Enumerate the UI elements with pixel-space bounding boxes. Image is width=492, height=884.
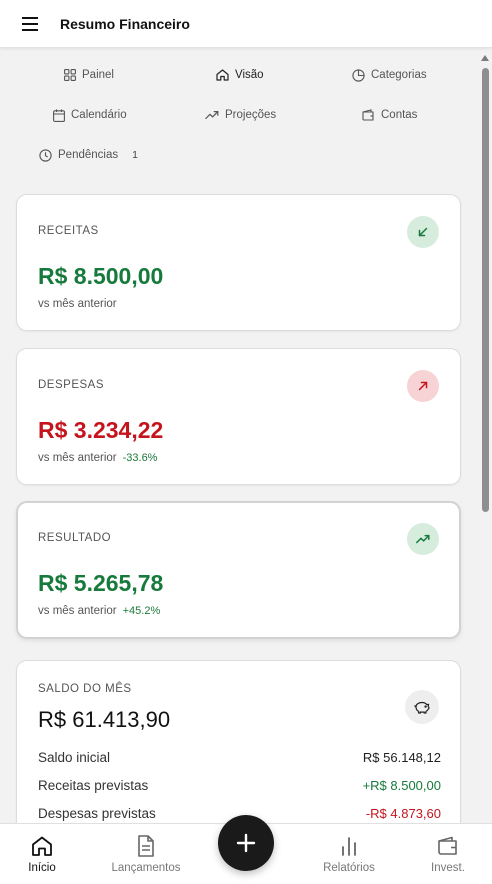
home-icon	[31, 834, 53, 858]
nav-item-projecoes[interactable]: Projeções	[205, 105, 276, 125]
nav-item-calendario[interactable]: Calendário	[53, 105, 127, 125]
saldo-value: R$ 61.413,90	[38, 707, 171, 732]
row-label: Saldo inicial	[38, 750, 111, 765]
arrow-down-left-icon	[407, 216, 439, 248]
calendar-icon	[53, 108, 65, 122]
bottom-nav-relatorios[interactable]: Relatórios	[318, 824, 380, 884]
card-label: RECEITAS	[38, 225, 99, 237]
nav-item-categorias[interactable]: Categorias	[352, 65, 427, 85]
delta-badge: +45.2%	[122, 605, 161, 617]
main-content: Painel Visão Categorias Calendário Proje…	[0, 49, 478, 823]
row-label: Despesas previstas	[38, 806, 156, 821]
hamburger-menu-icon[interactable]	[14, 8, 46, 40]
card-label: SALDO DO MÊS	[38, 683, 132, 695]
grid-icon	[64, 69, 76, 81]
resultado-value: R$ 5.265,78	[38, 570, 164, 596]
page-title: Resumo Financeiro	[60, 15, 190, 32]
row-label: Receitas previstas	[38, 778, 149, 793]
delta-badge: -33.6%	[122, 452, 158, 464]
bottom-nav-lancamentos[interactable]: Lançamentos	[106, 824, 186, 884]
nav-item-label: Pendências	[58, 149, 119, 161]
home-icon	[216, 69, 229, 81]
nav-item-painel[interactable]: Painel	[64, 65, 114, 85]
card-label: DESPESAS	[38, 379, 104, 391]
bottom-nav-label: Relatórios	[323, 862, 375, 874]
card-comparison: vs mês anterior	[38, 298, 117, 310]
clock-icon	[39, 148, 52, 162]
nav-item-label: Visão	[235, 69, 264, 81]
nav-item-pendencias[interactable]: Pendências 1	[39, 145, 138, 165]
bottom-nav-label: Invest.	[431, 862, 465, 874]
scrollbar[interactable]	[480, 52, 490, 820]
saldo-row: Saldo inicial R$ 56.148,12	[38, 750, 441, 765]
document-icon	[137, 834, 155, 858]
row-value: R$ 56.148,12	[362, 750, 441, 765]
top-app-bar: Resumo Financeiro	[0, 0, 492, 48]
nav-item-label: Painel	[82, 69, 114, 81]
bottom-nav-label: Início	[28, 862, 56, 874]
trending-up-icon	[205, 111, 219, 120]
card-label: RESULTADO	[38, 532, 112, 544]
receitas-value: R$ 8.500,00	[38, 263, 164, 289]
pie-chart-icon	[352, 68, 365, 82]
despesas-value: R$ 3.234,22	[38, 417, 164, 443]
nav-item-label: Categorias	[371, 69, 427, 81]
scroll-up-arrow-icon[interactable]	[480, 52, 490, 64]
comparison-label: vs mês anterior	[38, 298, 117, 310]
row-value: +R$ 8.500,00	[362, 778, 441, 793]
card-comparison: vs mês anterior -33.6%	[38, 452, 157, 464]
view-nav: Painel Visão Categorias Calendário Proje…	[0, 49, 478, 175]
nav-item-label: Calendário	[71, 109, 127, 121]
bottom-nav-label: Lançamentos	[111, 862, 181, 874]
resultado-card[interactable]: RESULTADO R$ 5.265,78 vs mês anterior +45…	[16, 501, 461, 639]
wallet-icon	[437, 834, 459, 858]
nav-item-contas[interactable]: Contas	[362, 105, 417, 125]
card-comparison: vs mês anterior +45.2%	[38, 605, 160, 617]
bar-chart-icon	[340, 834, 358, 858]
plus-icon	[236, 833, 256, 853]
saldo-card: SALDO DO MÊS R$ 61.413,90 Saldo inicial …	[16, 660, 461, 823]
scrollbar-thumb[interactable]	[482, 68, 489, 512]
comparison-label: vs mês anterior	[38, 452, 117, 464]
saldo-row: Receitas previstas +R$ 8.500,00	[38, 778, 441, 793]
trending-up-icon	[407, 523, 439, 555]
bottom-nav-invest[interactable]: Invest.	[426, 824, 470, 884]
nav-item-label: Contas	[381, 109, 418, 121]
pending-count-badge: 1	[132, 149, 138, 161]
add-transaction-button[interactable]	[218, 815, 274, 871]
comparison-label: vs mês anterior	[38, 605, 117, 617]
row-value: -R$ 4.873,60	[365, 806, 441, 821]
bottom-nav-inicio[interactable]: Início	[20, 824, 64, 884]
arrow-up-right-icon	[407, 370, 439, 402]
wallet-icon	[362, 109, 374, 121]
despesas-card[interactable]: DESPESAS R$ 3.234,22 vs mês anterior -33.…	[16, 348, 461, 485]
nav-item-label: Projeções	[225, 109, 277, 121]
nav-item-visao[interactable]: Visão	[216, 65, 264, 85]
receitas-card[interactable]: RECEITAS R$ 8.500,00 vs mês anterior	[16, 194, 461, 331]
piggy-bank-icon	[405, 690, 439, 724]
